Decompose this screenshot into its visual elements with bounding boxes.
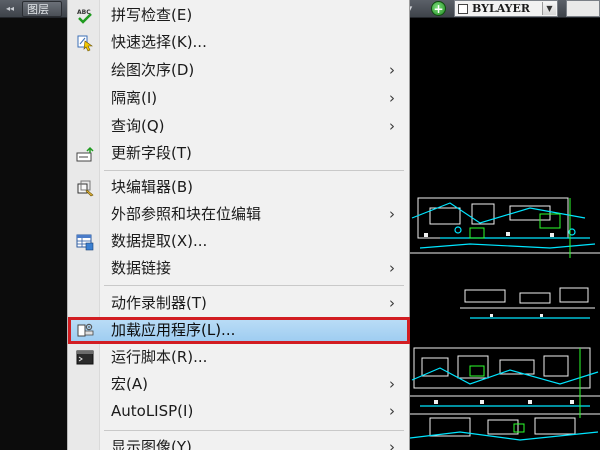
menu-separator [104,285,404,286]
submenu-arrow-icon: › [389,205,395,223]
dropdown-arrow-icon[interactable]: ▼ [542,2,556,15]
menu-item-label: 查询(Q) [111,117,165,135]
submenu-arrow-icon: › [389,402,395,420]
submenu-arrow-icon: › [389,375,395,393]
run-script-icon [76,349,94,367]
menu-item-display-image[interactable]: 显示图像(Y) › [68,434,409,450]
menu-item-data-extraction[interactable]: 数据提取(X)... [68,228,409,255]
menu-item-label: 快速选择(K)... [111,33,207,51]
menu-item-label: 绘图次序(D) [111,61,195,79]
submenu-arrow-icon: › [389,89,395,107]
menu-item-load-application[interactable]: 加载应用程序(L)... [68,317,410,344]
menu-item-label: 运行脚本(R)... [111,348,208,366]
add-icon[interactable]: + [431,1,446,16]
menu-item-label: 拼写检查(E) [111,6,193,24]
context-menu: ABC 拼写检查(E) 快速选择(K)... 绘图次序(D) › 隔离(I) ›… [67,0,410,450]
menu-item-label: 块编辑器(B) [111,178,193,196]
color-swatch-icon [458,4,468,14]
menu-separator [104,170,404,171]
menu-item-label: 隔离(I) [111,89,158,107]
menu-item-inquiry[interactable]: 查询(Q) › [68,113,409,140]
menu-item-label: 数据提取(X)... [111,232,208,250]
menu-item-spell-check[interactable]: ABC 拼写检查(E) [68,2,409,29]
menu-item-action-recorder[interactable]: 动作录制器(T) › [68,290,409,317]
lineweight-select[interactable] [566,0,600,17]
menu-item-block-editor[interactable]: 块编辑器(B) [68,174,409,201]
layer-tab[interactable]: 图层 [22,1,62,17]
menu-item-label: 外部参照和块在位编辑 [111,205,262,223]
cad-drawing [410,197,600,441]
cad-drawing-area[interactable] [410,18,600,450]
menu-item-update-fields[interactable]: 更新字段(T) [68,140,409,167]
menu-item-label: 数据链接 [111,259,172,277]
load-application-icon [76,322,94,340]
linetype-value: BYLAYER [472,2,531,15]
menu-item-macros[interactable]: 宏(A) › [68,371,409,398]
menu-item-label: AutoLISP(I) [111,402,194,420]
menu-item-label: 加载应用程序(L)... [111,321,236,339]
menu-item-data-links[interactable]: 数据链接 › [68,255,409,282]
submenu-arrow-icon: › [389,259,395,277]
update-fields-icon [76,145,94,163]
submenu-arrow-icon: › [389,117,395,135]
menu-item-draw-order[interactable]: 绘图次序(D) › [68,57,409,84]
menu-item-label: 宏(A) [111,375,148,393]
menu-item-label: 显示图像(Y) [111,438,192,450]
scroll-left-icon[interactable]: ◂◂ [4,3,16,15]
spell-check-icon: ABC [76,7,94,25]
submenu-arrow-icon: › [389,294,395,312]
menu-separator [104,430,404,431]
submenu-arrow-icon: › [389,61,395,79]
quick-select-icon [76,34,94,52]
left-panel [0,18,67,450]
menu-item-quick-select[interactable]: 快速选择(K)... [68,29,409,56]
menu-item-isolate[interactable]: 隔离(I) › [68,85,409,112]
menu-item-label: 动作录制器(T) [111,294,207,312]
submenu-arrow-icon: › [389,438,395,450]
linetype-select[interactable]: BYLAYER ▼ [454,0,558,17]
block-editor-icon [76,179,94,197]
data-extraction-icon [76,233,94,251]
menu-item-run-script[interactable]: 运行脚本(R)... [68,344,409,371]
menu-item-autolisp[interactable]: AutoLISP(I) › [68,398,409,425]
menu-item-xref-block-edit[interactable]: 外部参照和块在位编辑 › [68,201,409,228]
menu-item-label: 更新字段(T) [111,144,192,162]
